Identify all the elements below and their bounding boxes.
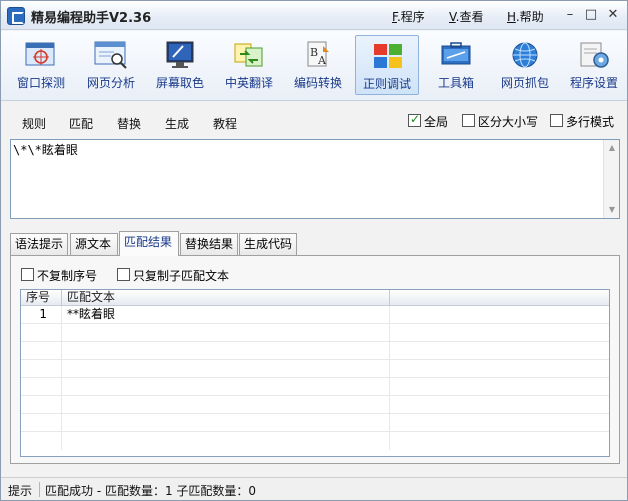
regex-options-bar: 规则 匹配 替换 生成 教程 全局 区分大小写 多行模式 xyxy=(1,101,627,139)
app-logo-icon xyxy=(7,7,25,25)
tool-settings[interactable]: 程序设置 xyxy=(562,35,626,95)
column-header-match-text[interactable]: 匹配文本 xyxy=(62,290,390,306)
empty-row xyxy=(21,378,609,396)
tool-encoding[interactable]: B A 编码转换 xyxy=(286,35,350,95)
checkbox-icon xyxy=(462,114,475,127)
empty-row xyxy=(21,342,609,360)
tool-translate[interactable]: 中英翻译 xyxy=(217,35,281,95)
empty-row xyxy=(21,432,609,450)
option-match[interactable]: 匹配 xyxy=(69,115,93,132)
svg-text:A: A xyxy=(317,54,327,67)
webpage-analysis-icon xyxy=(94,41,127,69)
toolbox-icon xyxy=(441,42,471,65)
menu-help[interactable]: H.帮助 xyxy=(507,8,544,25)
empty-row xyxy=(21,396,609,414)
regex-debug-icon xyxy=(374,44,402,68)
empty-row xyxy=(21,324,609,342)
menu-view[interactable]: V.查看 xyxy=(449,8,484,25)
empty-row xyxy=(21,360,609,378)
status-message: 匹配成功 - 匹配数量：1 子匹配数量：0 xyxy=(45,484,257,498)
match-result-table[interactable]: 序号 匹配文本 1 **眩着眼 xyxy=(20,289,610,457)
column-header-extra[interactable] xyxy=(390,290,609,306)
title-bar: 精易编程助手V2.36 F.程序 V.查看 H.帮助 – □ ✕ xyxy=(1,1,627,30)
restore-icon[interactable]: □ xyxy=(581,6,601,24)
tab-replace-result[interactable]: 替换结果 xyxy=(180,233,238,255)
no-copy-index-checkbox[interactable]: 不复制序号 xyxy=(21,267,105,283)
option-generate[interactable]: 生成 xyxy=(165,115,189,132)
tool-toolbox[interactable]: 工具箱 xyxy=(424,35,488,95)
encoding-icon: B A xyxy=(307,41,329,67)
table-row[interactable]: 1 **眩着眼 xyxy=(21,306,609,324)
option-tutorial[interactable]: 教程 xyxy=(213,115,237,132)
tab-generate-code[interactable]: 生成代码 xyxy=(239,233,297,255)
window-detect-icon xyxy=(25,42,55,66)
row-extra xyxy=(390,306,609,324)
packet-capture-icon xyxy=(512,42,538,68)
global-checkbox[interactable]: 全局 xyxy=(408,112,458,129)
app-window: 精易编程助手V2.36 F.程序 V.查看 H.帮助 – □ ✕ 窗口探测 网页… xyxy=(0,0,628,501)
scroll-down-icon[interactable]: ▼ xyxy=(604,203,620,217)
checkbox-icon xyxy=(117,268,130,281)
row-index: 1 xyxy=(21,306,62,324)
tab-source-text[interactable]: 源文本 xyxy=(70,233,118,255)
option-replace[interactable]: 替换 xyxy=(117,115,141,132)
color-picker-icon xyxy=(166,41,194,68)
tool-packet-capture[interactable]: 网页抓包 xyxy=(493,35,557,95)
empty-row xyxy=(21,414,609,432)
case-sensitive-checkbox[interactable]: 区分大小写 xyxy=(462,113,546,129)
settings-icon xyxy=(580,42,609,68)
checkbox-icon xyxy=(21,268,34,281)
column-header-index[interactable]: 序号 xyxy=(21,290,62,306)
regex-input[interactable]: \*\*眩着眼 ▲ ▼ xyxy=(10,139,620,219)
table-header: 序号 匹配文本 xyxy=(21,290,609,306)
regex-input-text: \*\*眩着眼 xyxy=(13,143,78,157)
status-divider xyxy=(39,482,40,497)
status-bar: 提示 匹配成功 - 匹配数量：1 子匹配数量：0 xyxy=(1,477,627,500)
tool-window-detect[interactable]: 窗口探测 xyxy=(9,35,73,95)
status-label: 提示 xyxy=(8,484,33,498)
checkbox-checked-icon xyxy=(408,112,421,127)
tool-regex-debug[interactable]: 正则调试 xyxy=(355,35,419,95)
minimize-icon[interactable]: – xyxy=(560,6,580,24)
multiline-checkbox[interactable]: 多行模式 xyxy=(550,113,622,129)
menu-program[interactable]: F.程序 xyxy=(392,8,425,25)
window-title: 精易编程助手V2.36 xyxy=(31,11,152,26)
close-icon[interactable]: ✕ xyxy=(603,6,623,24)
translate-icon xyxy=(234,43,263,67)
checkbox-icon xyxy=(550,114,563,127)
option-rule[interactable]: 规则 xyxy=(22,115,46,132)
tab-match-result[interactable]: 匹配结果 xyxy=(119,231,179,256)
match-result-panel: 不复制序号 只复制子匹配文本 序号 匹配文本 1 **眩着眼 xyxy=(10,255,620,464)
scroll-up-icon[interactable]: ▲ xyxy=(604,141,620,155)
main-toolbar: 窗口探测 网页分析 屏幕取色 中英翻译 B A 编码转换 正则调试 工具箱 网页… xyxy=(1,31,627,101)
copy-submatch-only-checkbox[interactable]: 只复制子匹配文本 xyxy=(117,267,237,283)
tab-syntax-hint[interactable]: 语法提示 xyxy=(10,233,68,255)
tool-color-picker[interactable]: 屏幕取色 xyxy=(148,35,212,95)
tool-webpage-analysis[interactable]: 网页分析 xyxy=(79,35,143,95)
regex-scrollbar[interactable]: ▲ ▼ xyxy=(603,140,619,218)
svg-text:B: B xyxy=(310,46,318,59)
row-match-text: **眩着眼 xyxy=(62,306,390,324)
